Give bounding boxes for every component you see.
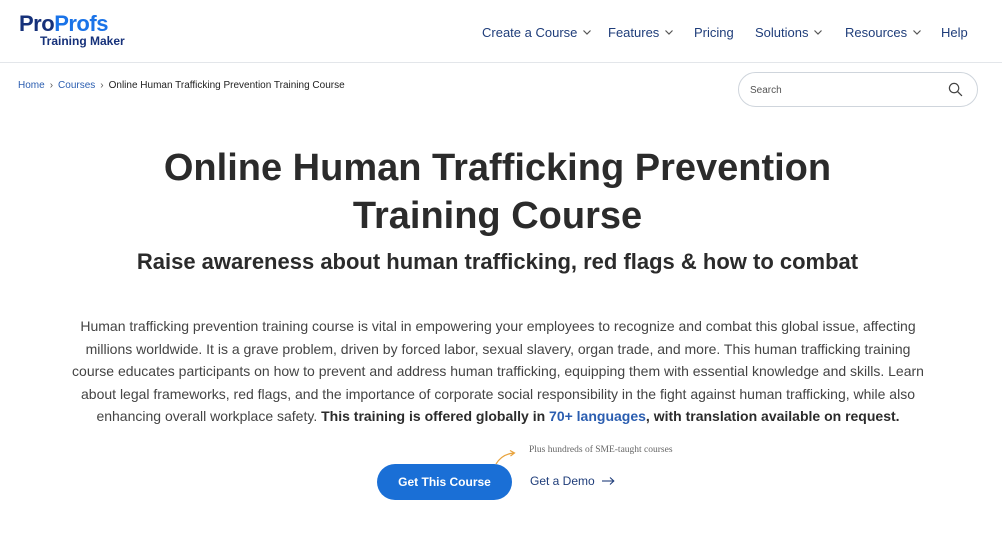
chevron-down-icon — [583, 30, 592, 35]
breadcrumb-home[interactable]: Home — [18, 80, 45, 91]
breadcrumb-current: Online Human Trafficking Prevention Trai… — [108, 80, 345, 91]
nav-create-a-course[interactable]: Create a Course — [482, 23, 592, 41]
page-subtitle: Raise awareness about human trafficking,… — [136, 249, 859, 274]
nav-label: Help — [941, 24, 968, 40]
course-description: Human trafficking prevention training co… — [72, 315, 924, 428]
description-bold-2: , with translation available on request. — [645, 408, 900, 424]
curved-arrow-icon — [495, 449, 516, 465]
nav-label: Pricing — [694, 24, 734, 40]
nav-pricing[interactable]: Pricing — [694, 23, 734, 41]
arrow-right-icon — [601, 477, 615, 485]
chevron-down-icon — [913, 30, 922, 35]
logo-profs-text: Profs — [54, 11, 108, 36]
chevron-down-icon — [665, 30, 674, 35]
nav-label: Resources — [845, 24, 908, 40]
chevron-down-icon — [814, 30, 823, 35]
breadcrumb-separator: › — [100, 80, 104, 91]
nav-label: Solutions — [755, 24, 809, 40]
nav-label: Create a Course — [482, 24, 578, 40]
nav-solutions[interactable]: Solutions — [755, 23, 823, 41]
description-bold-1: This training is offered globally in — [321, 408, 546, 424]
search-input[interactable] — [750, 82, 940, 98]
languages-link[interactable]: 70+ languages — [549, 408, 646, 424]
page-title: Online Human Trafficking Prevention Trai… — [100, 144, 895, 240]
title-line-2: Training Course — [352, 195, 643, 237]
demo-label: Get a Demo — [530, 474, 595, 488]
nav-resources[interactable]: Resources — [845, 23, 922, 41]
proprofs-logo[interactable]: ProProfs Training Maker — [19, 11, 129, 51]
get-this-course-button[interactable]: Get This Course — [377, 464, 512, 500]
get-a-demo-link[interactable]: Get a Demo — [530, 474, 615, 488]
nav-features[interactable]: Features — [608, 23, 674, 41]
nav-help[interactable]: Help — [941, 23, 968, 41]
breadcrumb-separator: › — [49, 80, 54, 91]
breadcrumb-courses[interactable]: Courses — [58, 80, 95, 91]
title-line-1: Online Human Trafficking Prevention — [163, 147, 832, 189]
cta-note: Plus hundreds of SME-taught courses — [529, 445, 673, 455]
logo-subtitle: Training Maker — [40, 34, 125, 48]
breadcrumb: Home › Courses › Online Human Traffickin… — [18, 80, 345, 91]
nav-label: Features — [608, 24, 660, 40]
search-icon[interactable] — [948, 82, 963, 97]
top-navigation: ProProfs Training Maker Create a Course … — [0, 0, 1002, 63]
search-box — [738, 72, 978, 107]
logo-pro-text: Pro — [19, 11, 55, 36]
